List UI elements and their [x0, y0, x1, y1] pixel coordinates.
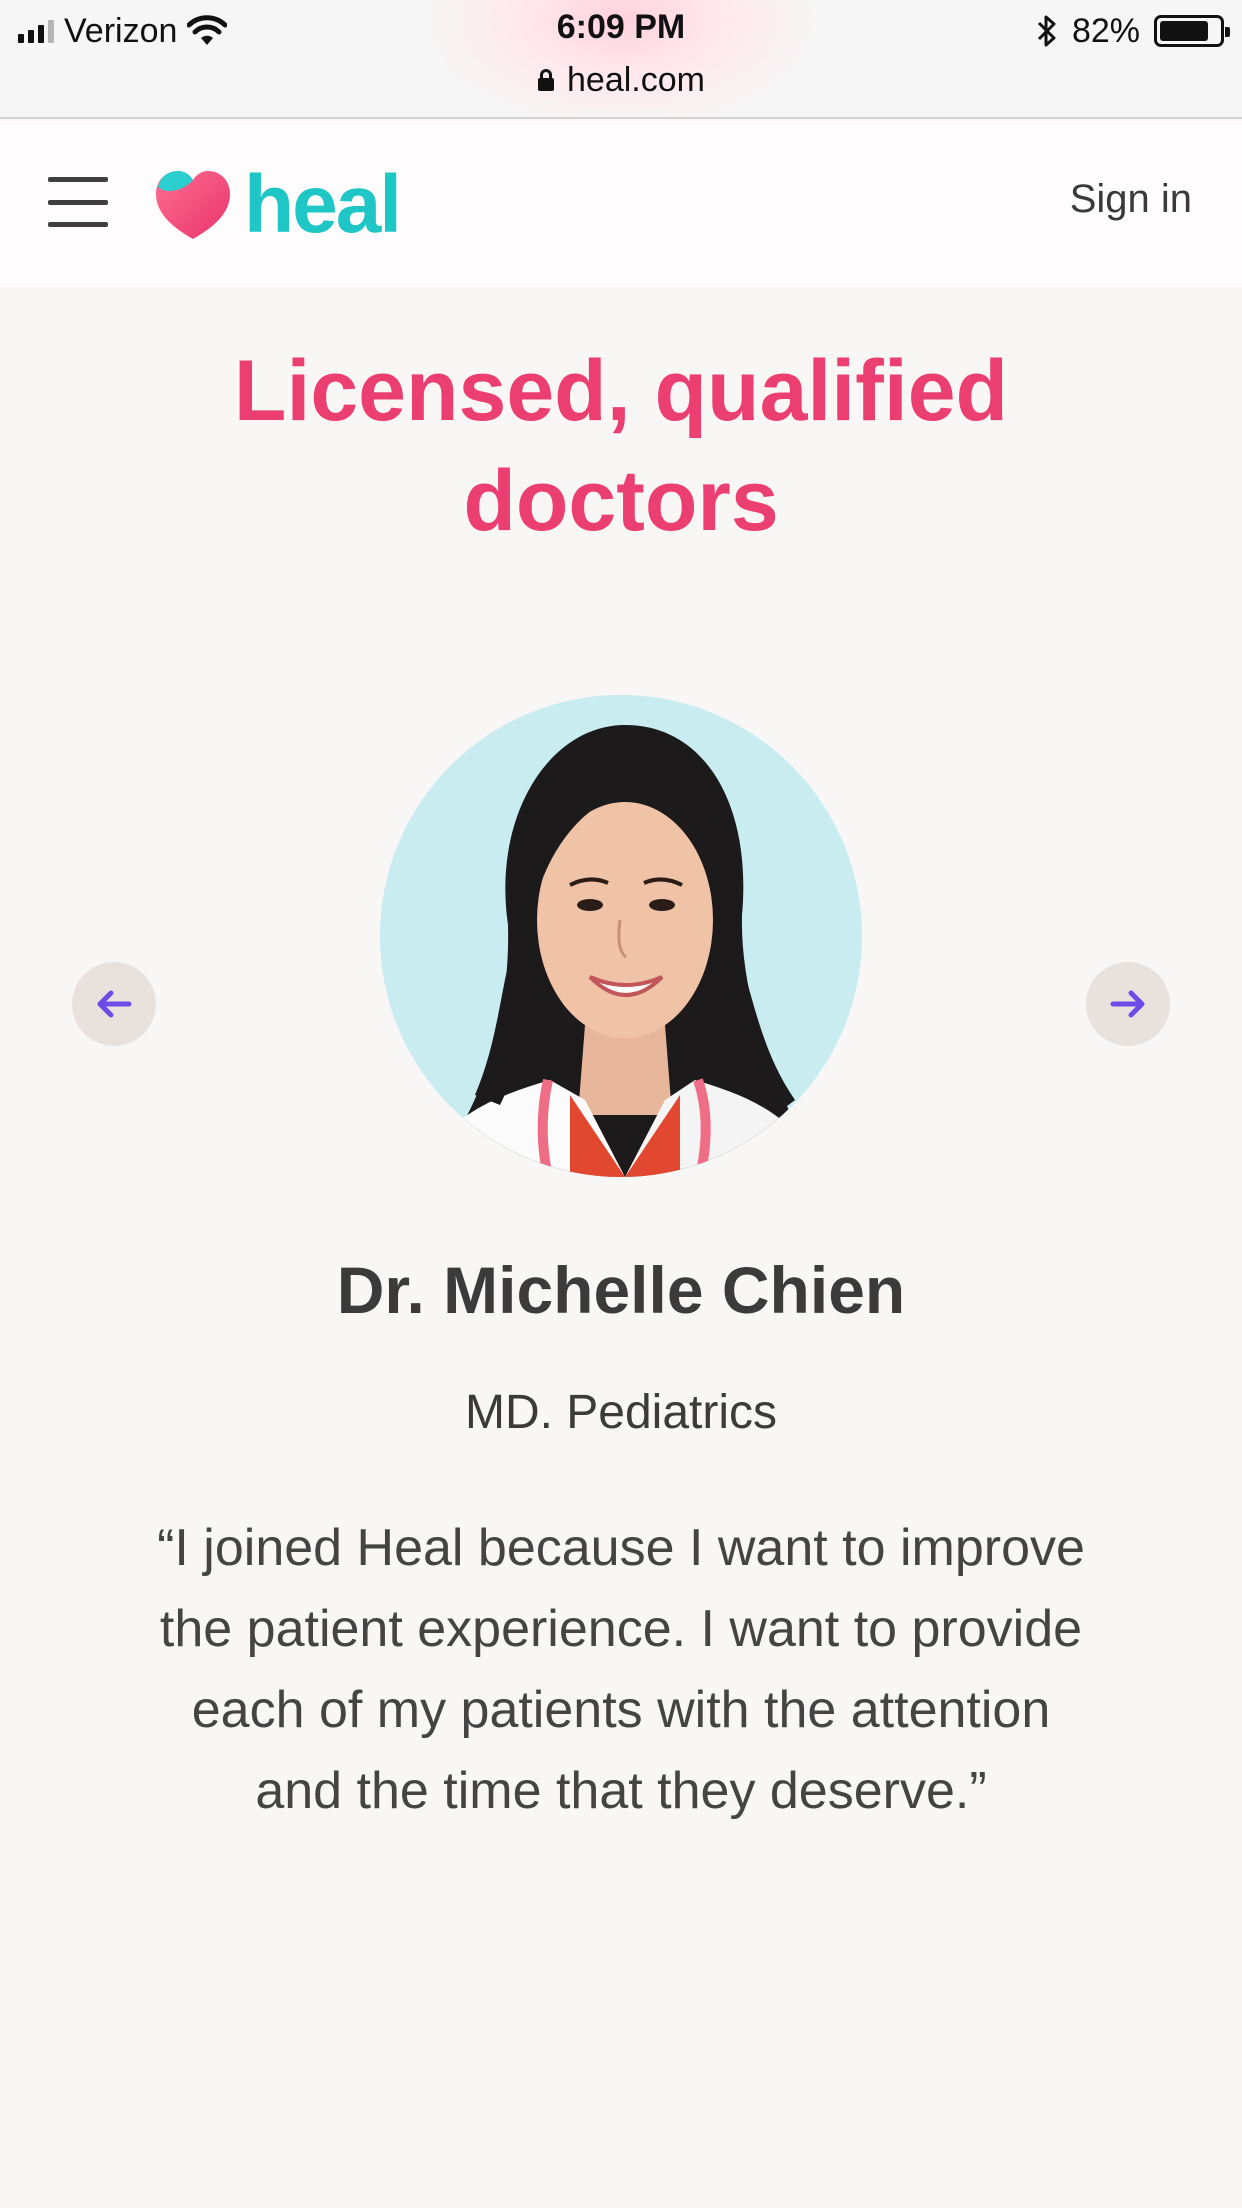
doctor-name: Dr. Michelle Chien: [336, 1253, 906, 1327]
carousel-prev-button[interactable]: [72, 962, 156, 1046]
menu-icon[interactable]: [48, 177, 108, 227]
battery-icon: [1154, 15, 1230, 47]
site-header: heal Sign in: [0, 121, 1242, 287]
heart-logo-icon: [156, 171, 230, 239]
address-bar[interactable]: heal.com: [0, 58, 1242, 102]
doctor-specialty: MD. Pediatrics: [464, 1386, 778, 1439]
bluetooth-icon: [1037, 15, 1056, 47]
doctor-portrait-illustration: [380, 695, 862, 1177]
lock-icon: [538, 69, 555, 91]
url-text[interactable]: heal.com: [567, 61, 705, 100]
status-bar: Verizon 6:09 PM 82% heal.com: [0, 0, 1242, 119]
logo[interactable]: heal: [154, 159, 402, 250]
logo-text: heal: [244, 159, 402, 250]
arrow-left-icon: [97, 990, 132, 1018]
headline-text: Licensed, qualified doctors: [233, 343, 1009, 549]
battery-fill: [1160, 21, 1208, 41]
battery-percent: 82%: [1071, 11, 1140, 50]
sign-in-link[interactable]: Sign in: [1070, 177, 1192, 222]
section-headline: Licensed, qualified doctors: [0, 336, 1242, 556]
doctor-photo: [380, 695, 862, 1177]
status-right: 82%: [1036, 10, 1230, 52]
arrow-right-icon: [1110, 990, 1145, 1018]
carousel-next-button[interactable]: [1086, 962, 1170, 1046]
doctor-quote: “I joined Heal because I want to improve…: [157, 1519, 1085, 1820]
